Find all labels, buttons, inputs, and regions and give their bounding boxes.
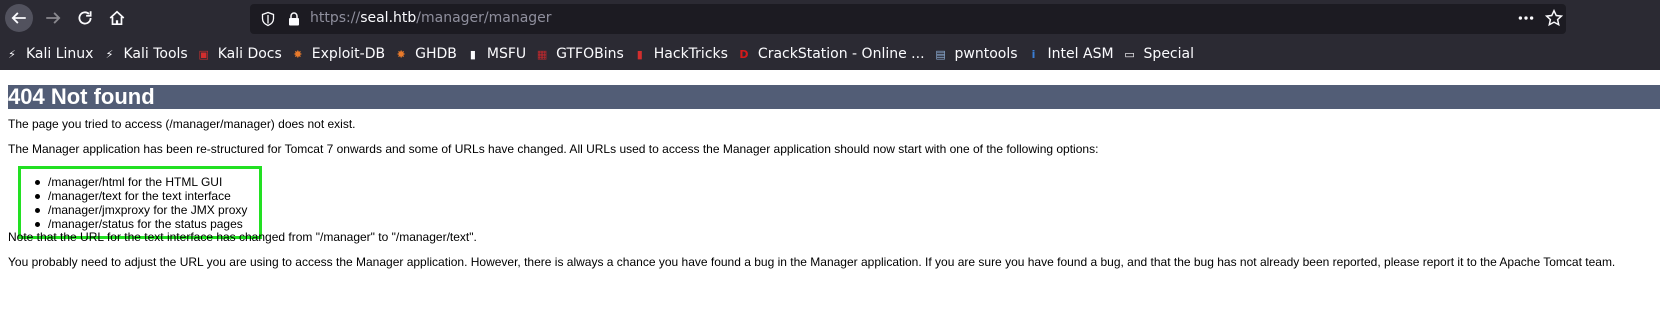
crackstation-icon: D	[739, 47, 749, 61]
hacktricks-icon: ▮	[636, 47, 643, 61]
bookmark-item[interactable]: ⚡ Kali Tools	[97, 43, 191, 65]
bookmark-item[interactable]: ▤ pwntools	[929, 43, 1022, 65]
bookmarks-toolbar: ⚡ Kali Linux ⚡ Kali Tools ▣ Kali Docs ✸ Exploit…	[0, 42, 1198, 66]
page-title: 404 Not found	[8, 84, 155, 109]
arrow-right-icon	[46, 12, 61, 24]
intel-icon: i	[1031, 47, 1036, 61]
lock-icon[interactable]	[286, 11, 302, 27]
page-actions-button[interactable]	[1512, 4, 1540, 32]
address-bar[interactable]: https://seal.htb/manager/manager	[250, 4, 1566, 34]
kali-dragon-icon: ⚡	[105, 47, 114, 61]
forward-button[interactable]	[39, 4, 67, 32]
bookmark-label: Intel ASM	[1047, 46, 1114, 62]
manager-options-list: /manager/html for the HTML GUI /manager/…	[30, 175, 247, 231]
home-icon	[109, 10, 125, 26]
bookmark-label: Exploit-DB	[311, 46, 386, 62]
folder-icon: ▭	[1124, 47, 1135, 61]
shield-icon[interactable]	[260, 11, 276, 27]
reload-button[interactable]	[71, 4, 99, 32]
gtfobins-icon: ▦	[536, 47, 548, 61]
list-item: /manager/jmxproxy for the JMX proxy	[30, 203, 247, 217]
back-button[interactable]	[5, 4, 33, 32]
bookmark-label: Kali Docs	[217, 46, 282, 62]
bookmark-item[interactable]: ▭ Special	[1118, 43, 1198, 65]
bookmark-item[interactable]: i Intel ASM	[1022, 43, 1118, 65]
ghdb-icon: ✸	[396, 47, 406, 61]
url-text[interactable]: https://seal.htb/manager/manager	[310, 10, 552, 26]
url-path: /manager/manager	[416, 10, 552, 26]
bookmark-label: GTFOBins	[556, 46, 624, 62]
bookmark-item[interactable]: ▮ MSFU	[461, 43, 530, 65]
list-item: /manager/html for the HTML GUI	[30, 175, 247, 189]
bookmark-label: Kali Tools	[123, 46, 188, 62]
bookmark-label: GHDB	[415, 46, 457, 62]
bookmark-label: MSFU	[486, 46, 527, 62]
heading-bar: 404 Not found	[8, 85, 1660, 109]
reload-icon	[78, 11, 92, 25]
bookmark-item[interactable]: ⚡ Kali Linux	[0, 43, 97, 65]
bookmark-item[interactable]: ▣ Kali Docs	[192, 43, 286, 65]
bookmark-label: HackTricks	[653, 46, 728, 62]
star-icon	[1545, 9, 1563, 27]
bookmark-item[interactable]: ✸ GHDB	[389, 43, 461, 65]
navigation-toolbar: https://seal.htb/manager/manager	[0, 0, 1660, 36]
kali-docs-icon: ▣	[198, 47, 209, 61]
paragraph-note: Note that the URL for the text interface…	[8, 230, 477, 244]
bookmark-label: Special	[1143, 46, 1194, 62]
more-horizontal-icon	[1518, 16, 1534, 20]
paragraph-access: The page you tried to access (/manager/m…	[8, 117, 356, 131]
pwntools-icon: ▤	[935, 47, 946, 61]
bookmark-label: CrackStation - Online ...	[757, 46, 925, 62]
list-item: /manager/status for the status pages	[30, 217, 247, 231]
paragraph-restructured: The Manager application has been re-stru…	[8, 142, 1099, 156]
exploit-db-icon: ✸	[293, 47, 303, 61]
bookmark-item[interactable]: ▮ HackTricks	[628, 43, 732, 65]
page-content: 404 Not found The page you tried to acce…	[0, 70, 1660, 323]
arrow-left-icon	[11, 12, 26, 24]
bookmark-item[interactable]: D CrackStation - Online ...	[732, 43, 929, 65]
bookmark-label: pwntools	[954, 46, 1018, 62]
browser-chrome: https://seal.htb/manager/manager ⚡ Kali L…	[0, 0, 1660, 70]
home-button[interactable]	[103, 4, 131, 32]
kali-dragon-icon: ⚡	[8, 47, 16, 61]
list-item: /manager/text for the text interface	[30, 189, 247, 203]
bookmark-star-button[interactable]	[1540, 4, 1568, 32]
msfu-icon: ▮	[469, 47, 476, 61]
url-scheme: https://	[310, 10, 361, 26]
url-host: seal.htb	[360, 10, 417, 26]
bookmark-item[interactable]: ▦ GTFOBins	[530, 43, 628, 65]
paragraph-report: You probably need to adjust the URL you …	[8, 255, 1616, 269]
bookmark-item[interactable]: ✸ Exploit-DB	[286, 43, 389, 65]
bookmark-label: Kali Linux	[26, 46, 94, 62]
